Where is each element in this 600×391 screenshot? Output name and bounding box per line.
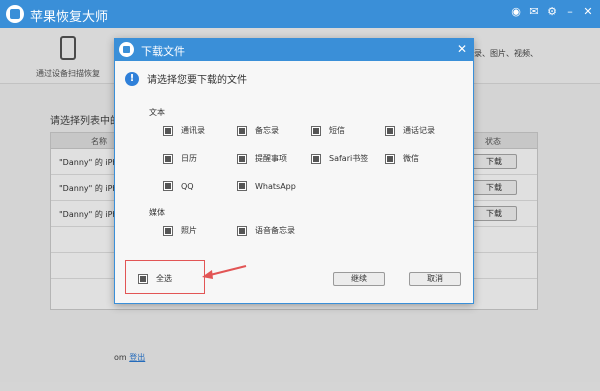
- checkbox[interactable]: [163, 225, 173, 236]
- dialog-logo-icon: [119, 42, 134, 57]
- option-voice-memos[interactable]: 语音备忘录: [237, 225, 295, 236]
- checkbox[interactable]: [138, 273, 148, 284]
- option-photos[interactable]: 照片: [163, 225, 197, 236]
- checkbox[interactable]: [385, 153, 395, 164]
- option-label: WhatsApp: [255, 181, 296, 191]
- section-label-text: 文本: [149, 108, 165, 117]
- select-all-label: 全选: [156, 274, 172, 283]
- dialog-title: 下载文件: [141, 45, 185, 58]
- checkbox[interactable]: [237, 153, 247, 164]
- message-icon[interactable]: ✉: [528, 6, 540, 18]
- checkbox[interactable]: [163, 153, 173, 164]
- info-icon: !: [125, 71, 139, 86]
- option-label: 微信: [403, 154, 419, 163]
- checkbox[interactable]: [163, 125, 173, 136]
- option-contacts[interactable]: 通讯录: [163, 125, 205, 136]
- option-calendar[interactable]: 日历: [163, 153, 197, 164]
- option-sms[interactable]: 短信: [311, 125, 345, 136]
- dialog-titlebar: 下载文件 ✕: [115, 39, 473, 61]
- option-reminders[interactable]: 提醒事项: [237, 153, 287, 164]
- checkbox[interactable]: [237, 125, 247, 136]
- checkbox[interactable]: [385, 125, 395, 136]
- checkbox[interactable]: [237, 181, 247, 191]
- option-label: Safari书签: [329, 154, 369, 163]
- option-safari-bookmarks[interactable]: Safari书签: [311, 153, 368, 164]
- annotation-arrow-icon: [202, 265, 247, 279]
- select-all-highlight: 全选: [125, 260, 205, 294]
- option-notes[interactable]: 备忘录: [237, 125, 279, 136]
- dialog-prompt: ! 请选择您要下载的文件: [125, 71, 247, 86]
- checkbox[interactable]: [237, 225, 247, 236]
- option-label: 通讯录: [181, 126, 205, 135]
- option-qq[interactable]: QQ: [163, 181, 194, 191]
- option-label: 短信: [329, 126, 345, 135]
- app-title: 苹果恢复大师: [30, 10, 109, 25]
- app-logo-icon: [6, 5, 24, 23]
- titlebar-icons: ◉ ✉ ⚙ – ✕: [510, 6, 594, 18]
- checkbox[interactable]: [311, 153, 321, 164]
- option-label: 日历: [181, 154, 197, 163]
- cancel-button[interactable]: 取消: [409, 272, 461, 286]
- option-call-history[interactable]: 通话记录: [385, 125, 435, 136]
- checkbox[interactable]: [163, 181, 173, 191]
- settings-icon[interactable]: ⚙: [546, 6, 558, 18]
- app-titlebar: 苹果恢复大师 ◉ ✉ ⚙ – ✕: [0, 0, 600, 28]
- weibo-icon[interactable]: ◉: [510, 6, 522, 18]
- close-icon[interactable]: ✕: [582, 6, 594, 18]
- select-all-option[interactable]: 全选: [138, 273, 172, 284]
- continue-button[interactable]: 继续: [333, 272, 385, 286]
- option-label: QQ: [181, 181, 194, 191]
- option-label: 通话记录: [403, 126, 435, 135]
- minimize-icon[interactable]: –: [564, 6, 576, 18]
- checkbox[interactable]: [311, 125, 321, 136]
- option-label: 照片: [181, 226, 197, 235]
- download-dialog: 下载文件 ✕ ! 请选择您要下载的文件 文本 通讯录 备忘录 短信 通话记录 日…: [114, 38, 474, 304]
- dialog-close-icon[interactable]: ✕: [457, 42, 467, 56]
- section-label-media: 媒体: [149, 208, 165, 217]
- option-label: 提醒事项: [255, 154, 287, 163]
- option-wechat[interactable]: 微信: [385, 153, 419, 164]
- option-label: 语音备忘录: [255, 226, 295, 235]
- dialog-prompt-text: 请选择您要下载的文件: [147, 75, 247, 86]
- option-label: 备忘录: [255, 126, 279, 135]
- option-whatsapp[interactable]: WhatsApp: [237, 181, 296, 191]
